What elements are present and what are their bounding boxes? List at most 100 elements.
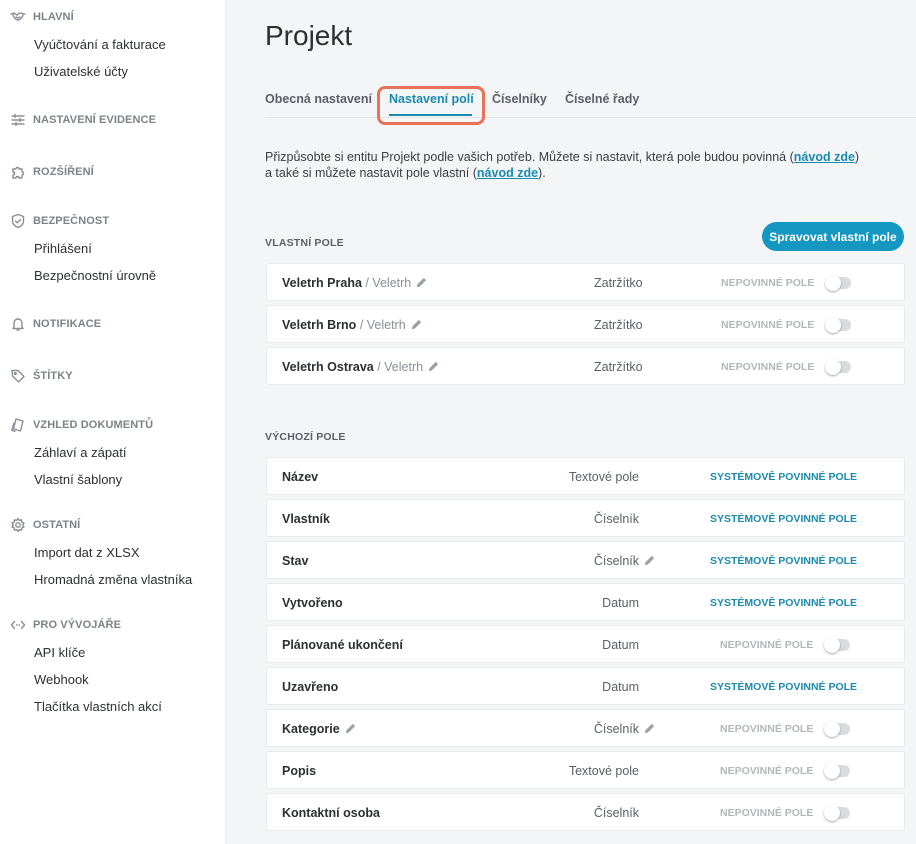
field-name-wrap: Veletrh Brno / Veletrh bbox=[282, 318, 422, 332]
sidebar-item-login[interactable]: Přihlášení bbox=[34, 241, 92, 256]
field-type: Datum bbox=[602, 596, 639, 610]
main-content: Projekt Obecná nastavení Nastavení polí … bbox=[226, 0, 916, 844]
sidebar-section-hlavni[interactable]: HLAVNÍ bbox=[8, 9, 74, 25]
required-toggle[interactable] bbox=[825, 317, 851, 333]
required-toggle[interactable] bbox=[824, 721, 850, 737]
field-requirement: NEPOVINNÉ POLE bbox=[721, 277, 815, 289]
field-type: Číselník bbox=[593, 722, 639, 736]
field-group: / Veletrh bbox=[359, 318, 406, 332]
field-type-wrap: Číselník bbox=[594, 554, 655, 568]
sidebar-section-other[interactable]: OSTATNÍ bbox=[8, 517, 80, 533]
sidebar-section-label: PRO VÝVOJÁŘE bbox=[33, 619, 122, 631]
custom-field-row: Veletrh Praha / Veletrh Zatržítko NEPOVI… bbox=[266, 263, 905, 301]
toggle-knob bbox=[825, 317, 841, 333]
sidebar-item-security-levels[interactable]: Bezpečnostní úrovně bbox=[34, 268, 156, 283]
field-requirement: NEPOVINNÉ POLE bbox=[721, 319, 815, 331]
sidebar-section-extensions[interactable]: ROZŠÍŘENÍ bbox=[8, 164, 94, 180]
sidebar-section-label: VZHLED DOKUMENTŮ bbox=[33, 419, 154, 431]
guide-link-custom[interactable]: návod zde bbox=[477, 166, 538, 180]
toggle-knob bbox=[824, 763, 840, 779]
sidebar-section-notifications[interactable]: NOTIFIKACE bbox=[8, 316, 101, 332]
shield-check-icon bbox=[8, 213, 28, 229]
code-icon bbox=[8, 617, 28, 633]
sidebar-item-webhook[interactable]: Webhook bbox=[34, 672, 89, 687]
intro-text: Přizpůsobte si entitu Projekt podle vaši… bbox=[265, 149, 865, 181]
sidebar-section-documents[interactable]: VZHLED DOKUMENTŮ bbox=[8, 417, 153, 433]
sidebar-item-billing[interactable]: Vyúčtování a fakturace bbox=[34, 37, 166, 52]
custom-field-row: Veletrh Brno / Veletrh Zatržítko NEPOVIN… bbox=[266, 305, 905, 343]
field-type: Textové pole bbox=[568, 470, 639, 484]
field-requirement: NEPOVINNÉ POLE bbox=[720, 723, 814, 735]
sliders-icon bbox=[8, 112, 28, 128]
tab-field-settings[interactable]: Nastavení polí bbox=[389, 92, 474, 106]
sidebar-item-custom-action-buttons[interactable]: Tlačítka vlastních akcí bbox=[34, 699, 162, 714]
field-name-wrap: Veletrh Ostrava / Veletrh bbox=[282, 360, 439, 374]
manage-custom-fields-button[interactable]: Spravovat vlastní pole bbox=[762, 222, 904, 251]
pencil-icon[interactable] bbox=[644, 723, 655, 734]
pencil-icon[interactable] bbox=[428, 361, 439, 372]
pencil-icon[interactable] bbox=[416, 277, 427, 288]
field-name: Veletrh Brno bbox=[282, 318, 357, 332]
default-field-row: Vlastník Číselník SYSTÉMOVĚ POVINNÉ POLE bbox=[266, 499, 905, 537]
field-requirement: SYSTÉMOVĚ POVINNÉ POLE bbox=[710, 597, 858, 609]
sidebar-item-import-xlsx[interactable]: Import dat z XLSX bbox=[34, 545, 140, 560]
default-fields-title: VÝCHOZÍ POLE bbox=[265, 431, 346, 443]
sidebar-item-bulk-owner-change[interactable]: Hromadná změna vlastníka bbox=[34, 572, 192, 587]
field-name: Plánované ukončení bbox=[282, 638, 403, 652]
pencil-icon[interactable] bbox=[345, 723, 356, 734]
sidebar-section-tags[interactable]: ŠTÍTKY bbox=[8, 368, 73, 384]
required-toggle[interactable] bbox=[824, 763, 850, 779]
required-toggle[interactable] bbox=[824, 805, 850, 821]
field-type: Datum bbox=[602, 680, 639, 694]
tab-number-series[interactable]: Číselné řady bbox=[565, 92, 639, 106]
puzzle-icon bbox=[8, 164, 28, 180]
field-type: Číselník bbox=[593, 512, 639, 526]
tab-general-settings[interactable]: Obecná nastavení bbox=[265, 92, 372, 106]
tab-bar: Obecná nastavení Nastavení polí Číselník… bbox=[265, 92, 916, 118]
field-name: Veletrh Ostrava bbox=[282, 360, 374, 374]
field-type: Zatržítko bbox=[594, 318, 643, 332]
field-requirement: NEPOVINNÉ POLE bbox=[721, 361, 815, 373]
field-name: Název bbox=[282, 470, 319, 484]
sidebar-item-header-footer[interactable]: Záhlaví a zápatí bbox=[34, 445, 127, 460]
sidebar-section-label: HLAVNÍ bbox=[33, 11, 74, 23]
default-field-row: Název Textové pole SYSTÉMOVĚ POVINNÉ POL… bbox=[266, 457, 905, 495]
field-requirement: NEPOVINNÉ POLE bbox=[720, 639, 814, 651]
field-type: Textové pole bbox=[568, 764, 639, 778]
toggle-knob bbox=[824, 721, 840, 737]
tag-icon bbox=[8, 368, 28, 384]
intro-text-part: ). bbox=[538, 166, 546, 180]
field-requirement: NEPOVINNÉ POLE bbox=[720, 765, 814, 777]
default-field-row: Vytvořeno Datum SYSTÉMOVĚ POVINNÉ POLE bbox=[266, 583, 905, 621]
toggle-knob bbox=[825, 359, 841, 375]
tab-code-lists[interactable]: Číselníky bbox=[492, 92, 547, 106]
pencil-icon[interactable] bbox=[644, 555, 655, 566]
default-field-row: Kontaktní osoba Číselník NEPOVINNÉ POLE bbox=[266, 793, 905, 831]
toggle-knob bbox=[824, 805, 840, 821]
sidebar-section-label: NASTAVENÍ EVIDENCE bbox=[33, 114, 157, 126]
bell-icon bbox=[8, 316, 28, 332]
sidebar-item-user-accounts[interactable]: Uživatelské účty bbox=[34, 64, 128, 79]
guide-link-required[interactable]: návod zde bbox=[794, 150, 855, 164]
required-toggle[interactable] bbox=[825, 275, 851, 291]
custom-field-row: Veletrh Ostrava / Veletrh Zatržítko NEPO… bbox=[266, 347, 905, 385]
required-toggle[interactable] bbox=[824, 637, 850, 653]
default-field-row: Plánované ukončení Datum NEPOVINNÉ POLE bbox=[266, 625, 905, 663]
field-type: Číselník bbox=[593, 806, 639, 820]
toggle-knob bbox=[825, 275, 841, 291]
sidebar-section-developers[interactable]: PRO VÝVOJÁŘE bbox=[8, 617, 121, 633]
required-toggle[interactable] bbox=[825, 359, 851, 375]
sidebar-section-security[interactable]: BEZPEČNOST bbox=[8, 213, 109, 229]
intro-text-part: Přizpůsobte si entitu Projekt podle vaši… bbox=[265, 150, 794, 164]
field-group: / Veletrh bbox=[377, 360, 424, 374]
field-type: Zatržítko bbox=[594, 276, 643, 290]
sidebar-section-label: BEZPEČNOST bbox=[33, 215, 110, 227]
sidebar-item-api-keys[interactable]: API klíče bbox=[34, 645, 85, 660]
default-field-row: Kategorie Číselník NEPOVINNÉ POLE bbox=[266, 709, 905, 747]
sidebar-section-evidence[interactable]: NASTAVENÍ EVIDENCE bbox=[8, 112, 156, 128]
sidebar-item-custom-templates[interactable]: Vlastní šablony bbox=[34, 472, 122, 487]
field-name: Veletrh Praha bbox=[282, 276, 362, 290]
pencil-icon[interactable] bbox=[411, 319, 422, 330]
field-name: Kategorie bbox=[282, 722, 340, 736]
sidebar: HLAVNÍ Vyúčtování a fakturace Uživatelsk… bbox=[0, 0, 226, 844]
